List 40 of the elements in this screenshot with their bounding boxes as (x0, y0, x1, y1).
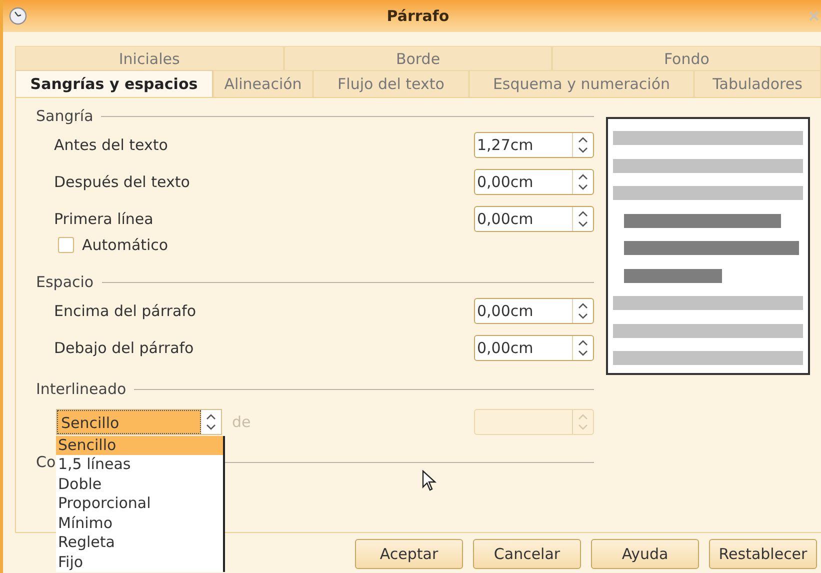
spin-field[interactable]: 0,00cm (474, 206, 594, 232)
dropdown-option[interactable]: Mínimo (56, 514, 223, 533)
section-heading: Interlineado (36, 380, 126, 398)
dropdown-option[interactable]: 1,5 líneas (56, 455, 223, 474)
clock-icon[interactable] (9, 7, 27, 25)
tab[interactable]: Fondo (552, 46, 821, 70)
tab[interactable]: Iniciales (15, 46, 284, 70)
dialog-button[interactable]: Cancelar (473, 539, 581, 569)
checkbox[interactable] (58, 237, 74, 253)
field-label: Antes del texto (54, 136, 168, 154)
section-heading: Sangría (36, 107, 94, 125)
dropdown-option[interactable]: Proporcional (56, 494, 223, 514)
spin-field[interactable]: 0,00cm (474, 168, 594, 194)
dropdown-option[interactable]: Doble (56, 474, 223, 494)
field-label: Encima del párrafo (54, 302, 196, 320)
spin-field[interactable]: 1,27cm (474, 132, 594, 158)
spin-field[interactable]: 0,00cm (474, 334, 594, 360)
dialog-button[interactable]: Aceptar (355, 539, 463, 569)
tab[interactable]: Sangrías y espacios (15, 70, 213, 97)
field-label: Primera línea (54, 210, 154, 228)
spin-field[interactable]: 0,00cm (474, 298, 594, 324)
dropdown-option[interactable]: Regleta (56, 533, 223, 552)
tab[interactable]: Borde (284, 46, 552, 70)
field-label: de (232, 412, 251, 430)
tab[interactable]: Alineación (213, 70, 313, 97)
window-title: Párrafo (386, 7, 450, 25)
checkbox-label: Automático (82, 236, 168, 254)
dialog-button[interactable]: Restablecer (709, 539, 817, 569)
spin-field[interactable] (474, 408, 594, 434)
dialog-button[interactable]: Ayuda (591, 539, 699, 569)
dropdown-option[interactable]: Fijo (56, 552, 223, 572)
tab[interactable]: Flujo del texto (313, 70, 469, 97)
field-label: Debajo del párrafo (54, 338, 194, 356)
dropdown-option[interactable]: Sencillo (56, 436, 223, 455)
tab[interactable]: Esquema y numeración (469, 70, 694, 97)
section-heading: Espacio (36, 273, 94, 291)
mouse-pointer-icon (422, 470, 438, 492)
tab[interactable]: Tabuladores (694, 70, 821, 97)
section-heading: Co (36, 453, 56, 471)
field-label: Después del texto (54, 172, 190, 190)
